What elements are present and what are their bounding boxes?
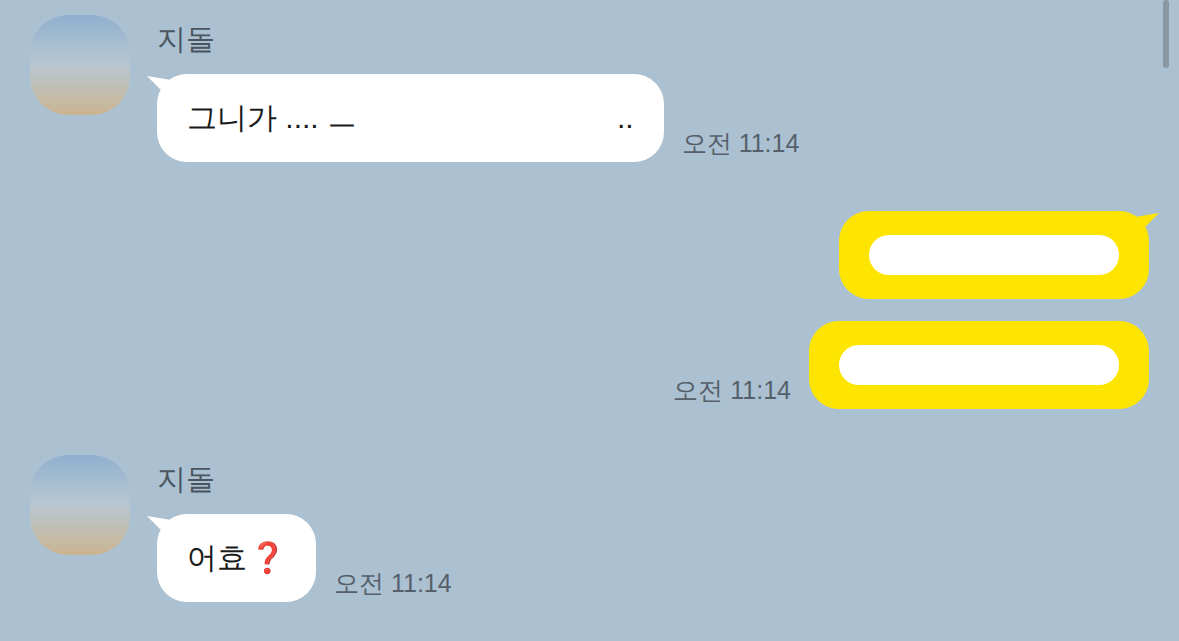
message-bubble[interactable] <box>809 321 1149 409</box>
message-time: 오전 11:14 <box>334 568 452 602</box>
message-text: 어효 <box>187 538 247 578</box>
message-row: 지돌어효❓ 오전 11:14 <box>0 455 1179 602</box>
redaction <box>357 98 617 138</box>
scrollbar[interactable] <box>1163 0 1169 68</box>
bubble-line: 그니가 .... ㅡ.. 오전 11:14 <box>157 74 799 162</box>
bubble-line: 어효❓ 오전 11:14 <box>157 514 452 602</box>
bubble-tail <box>147 76 171 96</box>
redaction <box>839 345 1119 385</box>
redaction <box>869 235 1119 275</box>
avatar[interactable] <box>30 455 130 555</box>
message-row: 오전 11:14 <box>0 321 1179 409</box>
message-time: 오전 11:14 <box>682 128 800 162</box>
sender-name: 지돌 <box>157 461 452 497</box>
chat-view: 지돌그니가 .... ㅡ..오전 11:14오전 11:14지돌어효❓오전 11… <box>0 0 1179 641</box>
message-row: 지돌그니가 .... ㅡ.. 오전 11:14 <box>0 15 1179 162</box>
message-text: 그니가 .... ㅡ <box>187 98 357 138</box>
message-row <box>0 211 1179 299</box>
message-time: 오전 11:14 <box>673 375 791 409</box>
bubble-tail <box>147 516 171 536</box>
message-text: .. <box>617 98 634 138</box>
message-column: 지돌어효❓ 오전 11:14 <box>157 455 452 602</box>
message-bubble[interactable] <box>839 211 1149 299</box>
emoji: ❓ <box>249 538 286 578</box>
message-column: 지돌그니가 .... ㅡ.. 오전 11:14 <box>157 15 799 162</box>
sender-name: 지돌 <box>157 21 799 57</box>
message-bubble[interactable]: 어효❓ <box>157 514 316 602</box>
avatar[interactable] <box>30 15 130 115</box>
message-bubble[interactable]: 그니가 .... ㅡ.. <box>157 74 664 162</box>
bubble-tail <box>1135 213 1159 233</box>
